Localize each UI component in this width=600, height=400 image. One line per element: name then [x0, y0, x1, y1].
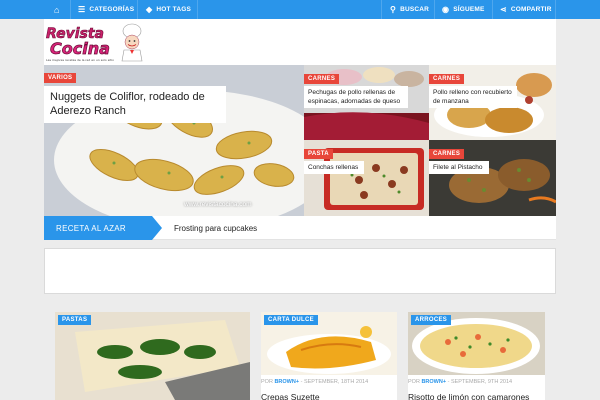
- svg-text:Las mejores recetas de la red: Las mejores recetas de la red en un solo…: [46, 58, 114, 62]
- search-label: BUSCAR: [400, 6, 430, 13]
- share-icon: ⋖: [500, 4, 507, 14]
- search-button[interactable]: ⚲ BUSCAR: [390, 0, 429, 19]
- card-title[interactable]: Crepas Suzette: [261, 392, 320, 400]
- card-title[interactable]: Risotto de limón con camarones: [408, 392, 529, 400]
- featured-tile-2[interactable]: CARNES Pollo relleno con recubierto de m…: [429, 65, 556, 140]
- search-icon: ⚲: [390, 4, 397, 14]
- svg-text:Cocina: Cocina: [50, 39, 110, 58]
- category-badge[interactable]: PASTA: [304, 149, 333, 159]
- follow-button[interactable]: ◉ SÍGUEME: [442, 0, 485, 19]
- recipe-card[interactable]: ARROCES POR BROWN+ - SEPTEMBER, 9TH 2014…: [408, 312, 545, 400]
- divider: [492, 0, 493, 19]
- tag-icon: ◆: [146, 4, 153, 14]
- author-prefix: POR: [261, 379, 273, 385]
- category-badge[interactable]: CARNES: [304, 74, 340, 84]
- featured-tile-3[interactable]: PASTA Conchas rellenas: [304, 140, 429, 216]
- home-link[interactable]: ⌂: [54, 0, 60, 19]
- random-recipe-link[interactable]: Frosting para cupcakes: [174, 216, 257, 240]
- featured-grid: VARIOS Nuggets de Coliflor, rodeado de A…: [44, 65, 556, 216]
- category-badge[interactable]: PASTAS: [58, 315, 92, 325]
- author-link[interactable]: BROWN+: [421, 379, 446, 385]
- hot-tags-label: HOT TAGS: [156, 6, 192, 13]
- post-meta: POR BROWN+ - SEPTEMBER, 9TH 2014: [408, 379, 512, 385]
- author-link[interactable]: BROWN+: [274, 379, 299, 385]
- logo-graphic: Revista Cocina Las mejores recetas de la…: [46, 23, 143, 62]
- tile-title[interactable]: Pechugas de pollo rellenas de espinacas,…: [304, 86, 408, 108]
- lasagna-image: [55, 312, 250, 400]
- divider: [434, 0, 435, 19]
- recipe-card[interactable]: PASTAS: [55, 312, 250, 400]
- categories-menu[interactable]: ☰ CATEGORÍAS: [78, 0, 134, 19]
- random-recipe-label: RECETA AL AZAR: [44, 216, 162, 240]
- list-icon: ☰: [78, 4, 86, 14]
- category-badge[interactable]: CARTA DULCE: [264, 315, 318, 325]
- ad-placeholder: [44, 248, 556, 294]
- category-badge[interactable]: CARNES: [429, 149, 465, 159]
- post-date: - SEPTEMBER, 18TH 2014: [300, 379, 369, 385]
- tile-title[interactable]: Pollo relleno con recubierto de manzana: [429, 86, 517, 108]
- divider: [555, 0, 556, 19]
- rss-icon: ◉: [442, 4, 450, 14]
- recipe-card[interactable]: CARTA DULCE POR BROWN+ - SEPTEMBER, 18TH…: [261, 312, 397, 400]
- share-button[interactable]: ⋖ COMPARTIR: [500, 0, 552, 19]
- image-watermark: www.revistacocina.com: [184, 201, 252, 208]
- divider: [197, 0, 198, 19]
- post-meta: POR BROWN+ - SEPTEMBER, 18TH 2014: [261, 379, 368, 385]
- featured-main[interactable]: VARIOS Nuggets de Coliflor, rodeado de A…: [44, 65, 304, 216]
- divider: [137, 0, 138, 19]
- category-badge[interactable]: ARROCES: [411, 315, 452, 325]
- site-logo[interactable]: Revista Cocina Las mejores recetas de la…: [44, 23, 149, 63]
- categories-label: CATEGORÍAS: [89, 6, 135, 13]
- featured-title[interactable]: Nuggets de Coliflor, rodeado de Aderezo …: [44, 86, 226, 123]
- author-prefix: POR: [408, 379, 420, 385]
- divider: [381, 0, 382, 19]
- follow-label: SÍGUEME: [453, 6, 485, 13]
- category-badge[interactable]: CARNES: [429, 74, 465, 84]
- top-navigation-bar: ⌂ ☰ CATEGORÍAS ◆ HOT TAGS ⚲ BUSCAR ◉ SÍG…: [0, 0, 600, 19]
- featured-tile-1[interactable]: CARNES Pechugas de pollo rellenas de esp…: [304, 65, 429, 140]
- random-recipe-bar: RECETA AL AZAR Frosting para cupcakes: [44, 216, 556, 240]
- category-badge[interactable]: VARIOS: [44, 73, 77, 83]
- divider: [70, 0, 71, 19]
- hot-tags-menu[interactable]: ◆ HOT TAGS: [146, 0, 191, 19]
- share-label: COMPARTIR: [510, 6, 552, 13]
- home-icon: ⌂: [54, 4, 60, 15]
- post-date: - SEPTEMBER, 9TH 2014: [447, 379, 513, 385]
- tile-title[interactable]: Conchas rellenas: [304, 161, 364, 174]
- featured-tile-4[interactable]: CARNES Filete al Pistacho: [429, 140, 556, 216]
- tile-title[interactable]: Filete al Pistacho: [429, 161, 489, 174]
